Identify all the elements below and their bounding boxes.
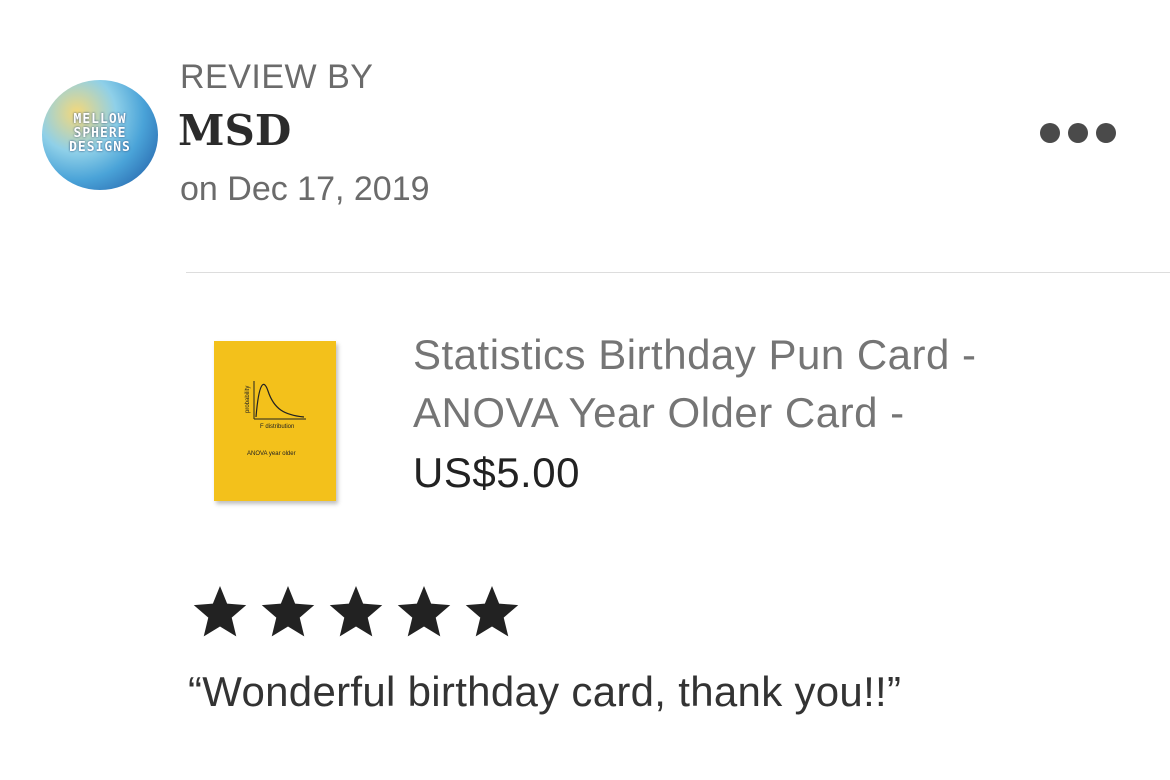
star-icon [465, 586, 519, 637]
listing-price: US$5.00 [413, 449, 580, 496]
avatar-logo-line: SPHERE [73, 126, 127, 141]
reviewer-name[interactable]: MSD [178, 106, 291, 155]
avatar-logo-line: MELLOW [73, 112, 127, 127]
star-rating [188, 584, 524, 640]
more-horizontal-icon [1096, 123, 1116, 143]
star-icon [397, 586, 451, 637]
thumb-ylabel: probability [245, 386, 251, 413]
avatar[interactable]: MELLOW SPHERE DESIGNS [42, 80, 158, 190]
listing-title-line: ANOVA Year Older Card - [413, 389, 905, 436]
star-icon [329, 586, 383, 637]
more-options-button[interactable] [1040, 118, 1130, 148]
divider [186, 272, 1170, 273]
f-distribution-illustration: probability F distribution ANOVA year ol… [245, 381, 306, 457]
thumb-xlabel: F distribution [260, 424, 294, 430]
thumb-caption: ANOVA year older [247, 451, 296, 457]
listing-title-line: Statistics Birthday Pun Card - [413, 331, 977, 378]
star-icon [261, 586, 315, 637]
avatar-logo-line: DESIGNS [69, 140, 131, 155]
review-date: on Dec 17, 2019 [180, 170, 430, 208]
review-by-label: REVIEW BY [180, 58, 374, 96]
listing-thumbnail[interactable]: probability F distribution ANOVA year ol… [214, 341, 336, 501]
more-horizontal-icon [1040, 123, 1060, 143]
more-horizontal-icon [1068, 123, 1088, 143]
review-text: “Wonderful birthday card, thank you!!” [188, 668, 902, 715]
avatar-logo: MELLOW SPHERE DESIGNS [42, 113, 158, 155]
listing-title-link[interactable]: Statistics Birthday Pun Card - ANOVA Yea… [413, 326, 1133, 442]
star-icon [193, 586, 247, 637]
